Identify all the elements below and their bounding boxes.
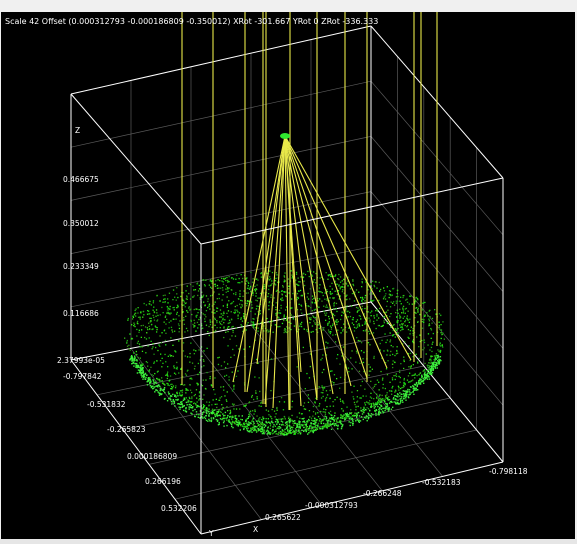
x-tick: -0.532183 (422, 478, 461, 487)
z-tick: 0.466675 (63, 175, 99, 184)
y-tick: -0.531832 (87, 400, 126, 409)
y-axis-label: Y (208, 529, 214, 538)
z-tick: 0.233349 (63, 262, 99, 271)
x-tick: -0.266248 (363, 489, 402, 498)
x-tick: 0.265622 (265, 513, 301, 522)
source-point (280, 133, 290, 139)
y-tick: -0.265823 (107, 425, 146, 434)
z-tick: 2.37993e-05 (57, 356, 105, 365)
y-tick: 0.266196 (145, 477, 181, 486)
scene-canvas[interactable]: Scale 42 Offset (0.000312793 -0.00018680… (1, 12, 575, 539)
y-tick: 0.000186809 (127, 452, 177, 461)
y-tick: -0.797842 (63, 372, 102, 381)
y-tick: 0.532206 (161, 504, 197, 513)
x-tick: -0.000312793 (305, 501, 358, 510)
ray-lines (181, 12, 438, 411)
z-tick: 0.350012 (63, 219, 99, 228)
3d-viewport[interactable]: Scale 42 Offset (0.000312793 -0.00018680… (1, 12, 575, 539)
x-tick: -0.798118 (489, 467, 528, 476)
app-window: Scale 42 Offset (0.000312793 -0.00018680… (0, 0, 577, 544)
status-text: Scale 42 Offset (0.000312793 -0.00018680… (5, 17, 378, 26)
point-cloud (124, 270, 445, 436)
bottom-border (0, 539, 577, 544)
x-axis-label: X (253, 525, 258, 534)
z-tick: 0.116686 (63, 309, 99, 318)
z-axis-label: Z (75, 126, 80, 135)
